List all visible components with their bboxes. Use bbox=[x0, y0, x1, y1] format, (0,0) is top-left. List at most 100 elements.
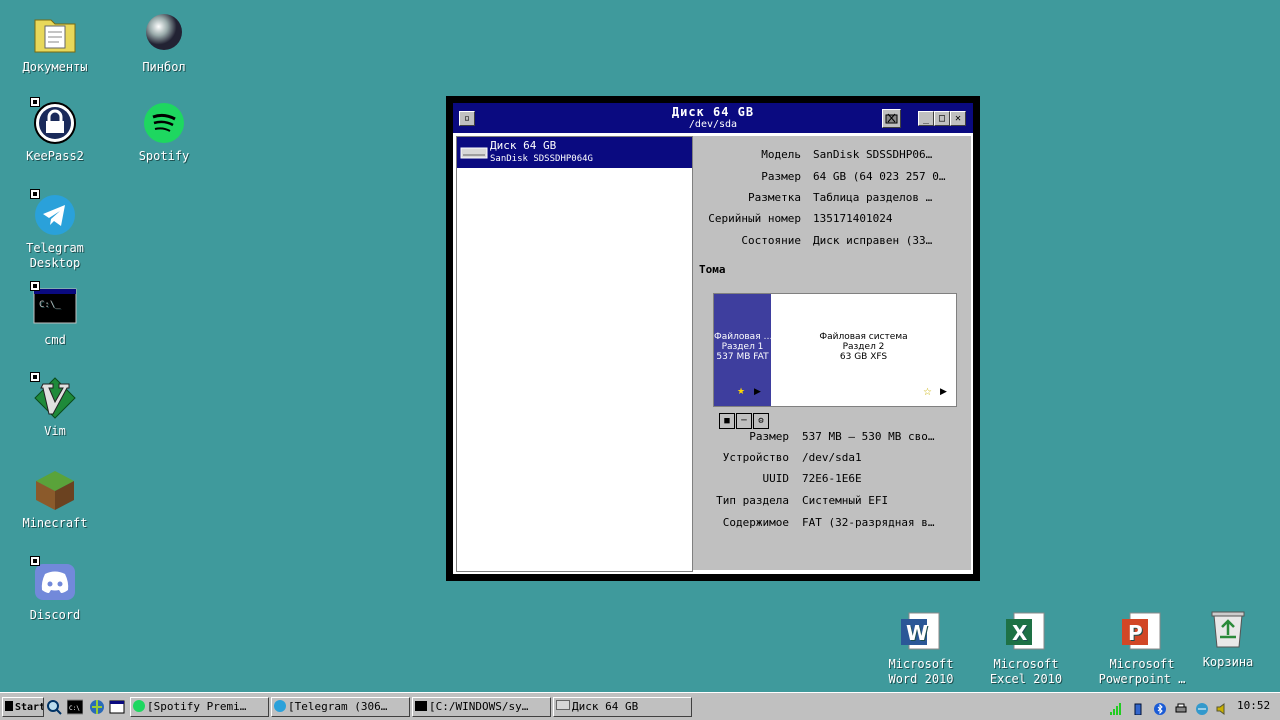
svg-text:W: W bbox=[906, 621, 928, 645]
volume-line: Раздел 2 bbox=[842, 342, 885, 352]
search-icon[interactable] bbox=[46, 699, 62, 715]
volume-toolbar: ■ ─ ⚙ bbox=[719, 408, 770, 429]
shortcut-arrow-icon bbox=[30, 189, 40, 199]
printer-icon[interactable] bbox=[1175, 700, 1187, 713]
desktop-icon-label: Документы bbox=[22, 60, 88, 74]
folder-icon bbox=[33, 12, 77, 56]
desktop-icon-label: cmd bbox=[44, 333, 66, 347]
volume-line: Раздел 1 bbox=[721, 342, 764, 352]
desktop-window-icon[interactable] bbox=[109, 699, 125, 715]
property-value: SanDisk SDSSDHP06… bbox=[813, 148, 933, 161]
desktop-icon-cmd[interactable]: C:\_ cmd bbox=[7, 281, 103, 348]
clock[interactable]: 10:52 bbox=[1237, 699, 1270, 712]
desktop-icon-spotify[interactable]: Spotify bbox=[116, 101, 212, 164]
powerpoint-icon: P bbox=[1120, 609, 1164, 653]
desktop-icon-label: Vim bbox=[44, 424, 66, 438]
svg-text:X: X bbox=[1012, 621, 1028, 645]
property-key: Состояние bbox=[741, 234, 801, 247]
desktop-icon-telegram[interactable]: Telegram Desktop bbox=[7, 189, 103, 271]
recycle-bin-icon bbox=[1206, 607, 1250, 651]
desktop-icon-recycle-bin[interactable]: Корзина bbox=[1180, 607, 1276, 670]
disk-item-name: Диск 64 GB bbox=[490, 139, 557, 152]
volume-partition-1[interactable]: Файловая … Раздел 1 537 MB FAT ★ ▶ bbox=[714, 294, 771, 406]
excel-icon: X bbox=[1004, 609, 1048, 653]
desktop-icon-vim[interactable]: Vim bbox=[7, 372, 103, 439]
disk-tools-button[interactable] bbox=[882, 109, 901, 128]
property-value: 64 GB (64 023 257 0… bbox=[813, 170, 946, 183]
desktop-icon-minecraft[interactable]: Minecraft bbox=[7, 468, 103, 531]
battery-icon[interactable] bbox=[1132, 700, 1144, 716]
property-value: FAT (32-разрядная в… bbox=[802, 516, 935, 529]
disk-details: Модель SanDisk SDSSDHP06… Размер 64 GB (… bbox=[693, 136, 971, 570]
start-icon bbox=[5, 701, 13, 711]
bluetooth-icon[interactable] bbox=[1154, 700, 1166, 715]
terminal-icon[interactable]: C:\ bbox=[66, 699, 84, 715]
volume-partition-2[interactable]: Файловая система Раздел 2 63 GB XFS ☆ ▶ bbox=[771, 294, 956, 406]
property-value: 72E6-1E6E bbox=[802, 472, 862, 485]
disk-item-model: SanDisk SDSSDHP064G bbox=[490, 154, 593, 164]
start-label: Start bbox=[15, 702, 44, 713]
shortcut-arrow-icon bbox=[30, 372, 40, 382]
play-icon: ▶ bbox=[940, 387, 947, 397]
network-icon[interactable] bbox=[1196, 700, 1208, 715]
property-value: 135171401024 bbox=[813, 212, 893, 225]
desktop-icon-excel[interactable]: X Microsoft Excel 2010 bbox=[978, 609, 1074, 687]
desktop-icon-label: Пинбол bbox=[142, 60, 186, 74]
svg-text:P: P bbox=[1128, 621, 1143, 645]
remove-partition-button[interactable]: ─ bbox=[736, 413, 752, 429]
hard-drive-icon bbox=[460, 147, 488, 159]
volume-map: Файловая … Раздел 1 537 MB FAT ★ ▶ Файло… bbox=[713, 293, 957, 407]
task-label: [C:/WINDOWS/sy… bbox=[429, 700, 529, 713]
partition-settings-button[interactable]: ⚙ bbox=[753, 413, 769, 429]
property-key: Размер bbox=[749, 430, 789, 443]
task-label: [Spotify Premi… bbox=[147, 700, 247, 713]
disk-list-item[interactable]: Диск 64 GB SanDisk SDSSDHP064G bbox=[457, 137, 692, 168]
desktop-icon-discord[interactable]: Discord bbox=[7, 556, 103, 623]
disk-window-body: ▫ Диск 64 GB /dev/sda _ □ ✕ Диск 64 GB S… bbox=[453, 103, 973, 574]
taskbar: Start C:\ [Spotify Premi… [Telegram (306… bbox=[0, 692, 1280, 720]
volume-icon[interactable] bbox=[1216, 700, 1228, 715]
cmd-task-icon bbox=[415, 701, 427, 711]
pinball-icon bbox=[142, 12, 186, 56]
desktop-icon-keepass[interactable]: KeePass2 bbox=[7, 97, 103, 164]
close-button[interactable]: ✕ bbox=[950, 111, 966, 126]
desktop-icon-powerpoint[interactable]: P Microsoft Powerpoint … bbox=[1094, 609, 1190, 687]
system-tray: 10:52 bbox=[1108, 696, 1278, 716]
property-value: Таблица разделов … bbox=[813, 191, 933, 204]
minus-icon: ─ bbox=[741, 416, 747, 426]
signal-strength-icon[interactable] bbox=[1110, 700, 1122, 715]
disk-window: ▫ Диск 64 GB /dev/sda _ □ ✕ Диск 64 GB S… bbox=[446, 96, 980, 581]
telegram-icon bbox=[30, 189, 77, 237]
volume-line: 537 MB FAT bbox=[716, 352, 769, 362]
browser-icon[interactable] bbox=[89, 699, 105, 715]
property-key: Содержимое bbox=[722, 516, 789, 529]
shortcut-arrow-icon bbox=[30, 281, 40, 291]
star-icon: ★ bbox=[737, 387, 746, 397]
property-key: Модель bbox=[761, 148, 801, 161]
property-value: 537 MB — 530 MB сво… bbox=[802, 430, 935, 443]
property-key: Серийный номер bbox=[708, 212, 801, 225]
window-titlebar[interactable]: ▫ Диск 64 GB /dev/sda _ □ ✕ bbox=[453, 103, 973, 133]
cmd-icon: C:\_ bbox=[30, 281, 77, 329]
task-cmd[interactable]: [C:/WINDOWS/sy… bbox=[412, 697, 551, 717]
desktop-icon-label: KeePass2 bbox=[26, 149, 84, 163]
start-button[interactable]: Start bbox=[2, 697, 44, 717]
keepass-lock-icon bbox=[30, 97, 77, 145]
minimize-button[interactable]: _ bbox=[918, 111, 934, 126]
vim-icon bbox=[30, 372, 77, 420]
desktop-icon-pinball[interactable]: Пинбол bbox=[116, 12, 212, 75]
stop-icon: ■ bbox=[724, 416, 730, 426]
maximize-button[interactable]: □ bbox=[934, 111, 950, 126]
task-disk[interactable]: Диск 64 GB bbox=[553, 697, 692, 717]
stop-button[interactable]: ■ bbox=[719, 413, 735, 429]
gear-icon: ⚙ bbox=[758, 416, 764, 426]
task-telegram[interactable]: [Telegram (306… bbox=[271, 697, 410, 717]
property-key: Устройство bbox=[722, 451, 789, 464]
discord-icon bbox=[30, 556, 77, 604]
desktop-icon-word[interactable]: W Microsoft Word 2010 bbox=[873, 609, 969, 687]
star-icon: ☆ bbox=[923, 387, 932, 398]
task-label: [Telegram (306… bbox=[288, 700, 388, 713]
task-spotify[interactable]: [Spotify Premi… bbox=[130, 697, 269, 717]
desktop-icon-documents[interactable]: Документы bbox=[7, 12, 103, 75]
property-value: Системный EFI bbox=[802, 494, 889, 507]
